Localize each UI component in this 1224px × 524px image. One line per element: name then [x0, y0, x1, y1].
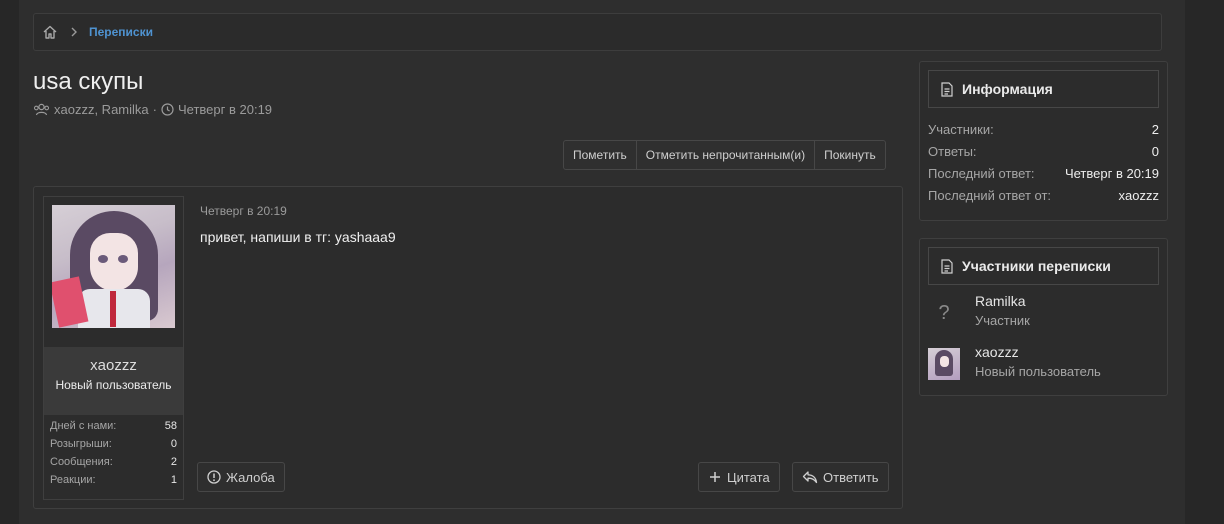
clock-icon — [161, 103, 174, 116]
home-icon[interactable] — [42, 23, 60, 41]
leave-button[interactable]: Покинуть — [815, 141, 885, 169]
chevron-right-icon — [70, 27, 78, 37]
message-post: xaozzz Новый пользователь Дней с нами: 58… — [33, 186, 903, 509]
info-block-header: Информация — [928, 70, 1159, 108]
info-value: 0 — [1151, 144, 1159, 159]
participant-name[interactable]: Ramilka — [975, 293, 1026, 309]
stat-value: 0 — [170, 438, 177, 450]
participant-name[interactable]: xaozzz — [975, 344, 1019, 360]
breadcrumb: Переписки — [33, 13, 1162, 51]
participant-item: ? Ramilka Участник — [928, 293, 1159, 333]
stat-row: Дней с нами: 58 — [44, 417, 183, 435]
breadcrumb-link-conversations[interactable]: Переписки — [89, 25, 153, 39]
participants-block-title: Участники переписки — [962, 258, 1111, 274]
author-info: xaozzz Новый пользователь — [44, 347, 183, 415]
info-row: Последний ответ: Четверг в 20:19 — [928, 166, 1159, 181]
stat-row: Сообщения: 2 — [44, 453, 183, 471]
info-label: Последний ответ от: — [928, 188, 1052, 203]
avatar-wrap — [44, 197, 183, 347]
info-label: Последний ответ: — [928, 166, 1035, 181]
participant-avatar[interactable]: ? — [928, 297, 960, 329]
mark-unread-button[interactable]: Отметить непрочитанным(и) — [637, 141, 816, 169]
quote-button[interactable]: Цитата — [698, 462, 780, 492]
info-row: Ответы: 0 — [928, 144, 1159, 159]
warning-icon — [207, 470, 221, 484]
stat-label: Реакции: — [50, 474, 96, 486]
mark-button[interactable]: Пометить — [564, 141, 637, 169]
reply-icon — [802, 470, 818, 484]
stat-value: 2 — [170, 456, 177, 468]
document-icon — [941, 81, 953, 97]
thread-participants[interactable]: xaozzz, Ramilka — [54, 102, 149, 117]
participant-item: xaozzz Новый пользователь — [928, 344, 1159, 384]
post-message: привет, напиши в тг: yashaaa9 — [200, 229, 396, 245]
info-label: Ответы: — [928, 144, 977, 159]
plus-icon — [708, 470, 722, 484]
page-title: usa скупы — [33, 68, 144, 95]
info-block: Информация Участники: 2 Ответы: 0 Последни… — [919, 61, 1168, 221]
participant-avatar[interactable] — [928, 348, 960, 380]
info-value[interactable]: xaozzz — [1119, 188, 1159, 203]
stat-row: Розыгрыши: 0 — [44, 435, 183, 453]
participants-block: Участники переписки ? Ramilka Участник x… — [919, 238, 1168, 396]
info-row: Последний ответ от: xaozzz — [928, 188, 1159, 203]
participant-role: Новый пользователь — [975, 364, 1101, 379]
meta-separator: · — [152, 102, 157, 117]
participants-block-header: Участники переписки — [928, 247, 1159, 285]
reply-label: Ответить — [823, 469, 879, 485]
document-icon — [941, 258, 953, 274]
quote-label: Цитата — [727, 469, 770, 485]
stat-label: Розыгрыши: — [50, 438, 112, 450]
author-name[interactable]: xaozzz — [44, 357, 183, 374]
author-card: xaozzz Новый пользователь Дней с нами: 58… — [43, 196, 184, 500]
info-value: 2 — [1151, 122, 1159, 137]
author-avatar[interactable] — [52, 205, 175, 328]
thread-date[interactable]: Четверг в 20:19 — [178, 102, 272, 117]
users-icon — [33, 103, 50, 116]
participant-role: Участник — [975, 313, 1030, 328]
reply-button[interactable]: Ответить — [792, 462, 889, 492]
stat-value: 58 — [164, 420, 177, 432]
stat-row: Реакции: 1 — [44, 471, 183, 489]
author-stats: Дней с нами: 58 Розыгрыши: 0 Сообщения: 2 Р… — [44, 417, 183, 489]
info-label: Участники: — [928, 122, 994, 137]
report-button[interactable]: Жалоба — [197, 462, 285, 492]
stat-label: Сообщения: — [50, 456, 113, 468]
thread-actions: Пометить Отметить непрочитанным(и) Покин… — [563, 140, 886, 170]
info-value[interactable]: Четверг в 20:19 — [1065, 166, 1159, 181]
info-block-title: Информация — [962, 81, 1053, 97]
stat-label: Дней с нами: — [50, 420, 117, 432]
thread-meta: xaozzz, Ramilka · Четверг в 20:19 — [33, 102, 272, 117]
info-row: Участники: 2 — [928, 122, 1159, 137]
author-rank: Новый пользователь — [55, 378, 172, 392]
report-label: Жалоба — [226, 469, 275, 485]
post-date[interactable]: Четверг в 20:19 — [200, 204, 287, 218]
stat-value: 1 — [170, 474, 177, 486]
